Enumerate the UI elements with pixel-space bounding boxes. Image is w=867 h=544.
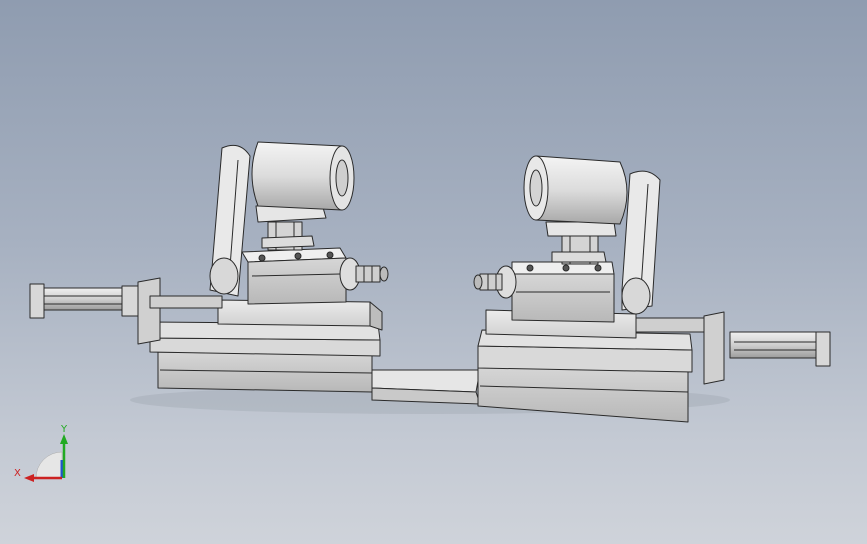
left-spindle-housing[interactable]: [241, 247, 389, 305]
right-base-block[interactable]: [477, 365, 689, 423]
triad-x-arrow: [24, 474, 34, 482]
left-belt-guard[interactable]: [209, 144, 251, 297]
left-slide-table[interactable]: [217, 299, 371, 327]
triad-y-label: Y: [60, 424, 68, 435]
machine-assembly-model[interactable]: [0, 0, 867, 544]
view-orientation-triad[interactable]: Y X: [12, 420, 82, 490]
triad-plane-shading: [35, 451, 63, 479]
center-bridge[interactable]: [371, 369, 481, 405]
triad-y-arrow: [60, 434, 68, 444]
graphics-viewport[interactable]: Y X: [0, 0, 867, 544]
right-motor[interactable]: [523, 155, 628, 225]
left-unit[interactable]: [29, 141, 389, 393]
left-base-block[interactable]: [157, 351, 373, 393]
right-belt-guard[interactable]: [621, 170, 661, 315]
left-motor-mount[interactable]: [255, 203, 327, 251]
right-motor-mount[interactable]: [545, 221, 617, 265]
left-motor[interactable]: [251, 141, 355, 211]
right-unit[interactable]: [473, 155, 831, 423]
triad-x-label: X: [14, 468, 21, 479]
